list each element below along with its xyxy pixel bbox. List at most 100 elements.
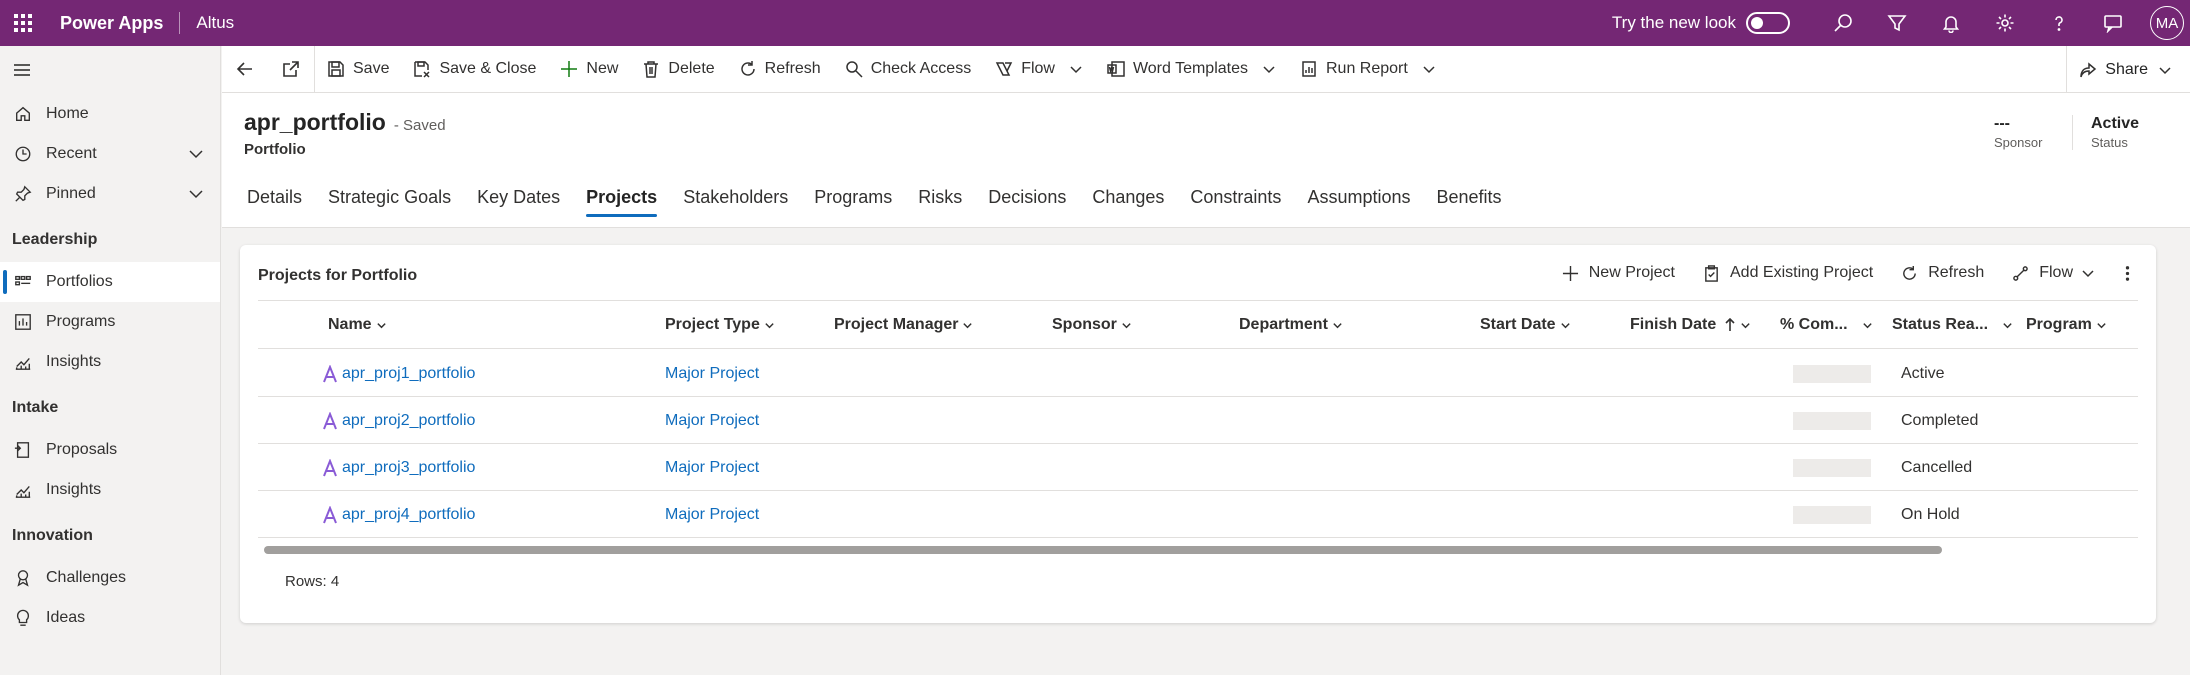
project-name-link[interactable]: apr_proj3_portfolio (322, 444, 475, 491)
word-template-icon (1107, 61, 1125, 77)
refresh-icon (740, 61, 755, 76)
app-launcher-button[interactable] (0, 0, 46, 46)
search-button[interactable] (1816, 0, 1870, 46)
refresh-button[interactable]: Refresh (727, 46, 833, 93)
tab-strategic-goals[interactable]: Strategic Goals (315, 177, 464, 217)
subgrid-flow-button[interactable]: Flow (1998, 253, 2109, 293)
chevron-down-icon (1070, 66, 1082, 74)
project-type-link[interactable]: Major Project (665, 444, 759, 491)
subgrid-title: Projects for Portfolio (258, 267, 418, 284)
save-button[interactable]: Save (315, 46, 401, 93)
sidebar-item-home[interactable]: Home (0, 94, 220, 134)
entity-name: Portfolio (244, 141, 306, 158)
header-status-field[interactable]: Active Status (2072, 115, 2139, 150)
delete-label: Delete (668, 60, 715, 77)
flow-button[interactable]: Flow (983, 46, 1095, 93)
table-row[interactable]: apr_proj2_portfolio Major Project Comple… (258, 397, 2138, 444)
try-new-look-label: Try the new look (1611, 13, 1736, 32)
new-project-button[interactable]: New Project (1548, 253, 1689, 293)
check-access-button[interactable]: Check Access (833, 46, 983, 93)
project-name-link[interactable]: apr_proj2_portfolio (322, 397, 475, 444)
sidebar-item-insights-intake[interactable]: Insights (0, 470, 220, 510)
sidebar-item-recent[interactable]: Recent (0, 134, 220, 174)
status-reason-cell: Cancelled (1901, 458, 1973, 476)
tab-programs[interactable]: Programs (801, 177, 905, 217)
settings-button[interactable] (1978, 0, 2032, 46)
sponsor-value: --- (1994, 115, 2010, 132)
more-commands-button[interactable] (2109, 253, 2146, 293)
delete-button[interactable]: Delete (630, 46, 726, 93)
insights-icon (15, 357, 31, 370)
run-report-button[interactable]: Run Report (1288, 46, 1448, 93)
tab-assumptions[interactable]: Assumptions (1294, 177, 1423, 217)
sidebar-item-programs[interactable]: Programs (0, 302, 220, 342)
sidebar-item-label: Challenges (46, 569, 127, 586)
tab-decisions[interactable]: Decisions (975, 177, 1079, 217)
pin-icon (15, 185, 32, 202)
sidebar-item-insights-leadership[interactable]: Insights (0, 342, 220, 382)
tab-changes[interactable]: Changes (1079, 177, 1177, 217)
sidebar-item-proposals[interactable]: Proposals (0, 430, 220, 470)
column-header-project-manager[interactable]: Project Manager (834, 301, 973, 349)
filter-button[interactable] (1870, 0, 1924, 46)
new-label: New (586, 60, 619, 77)
table-row[interactable]: apr_proj1_portfolio Major Project Active (258, 350, 2138, 397)
tab-key-dates[interactable]: Key Dates (464, 177, 573, 217)
project-name-link[interactable]: apr_proj4_portfolio (322, 491, 475, 538)
column-header-percent-complete[interactable]: % Com... (1780, 301, 1873, 349)
sidebar-item-portfolios[interactable]: Portfolios (0, 262, 220, 302)
back-button[interactable] (222, 46, 268, 93)
word-templates-button[interactable]: Word Templates (1095, 46, 1288, 93)
share-button[interactable]: Share (2066, 46, 2190, 93)
column-header-project-type[interactable]: Project Type (665, 301, 775, 349)
column-header-finish-date[interactable]: Finish Date (1630, 301, 1751, 349)
column-header-sponsor[interactable]: Sponsor (1052, 301, 1132, 349)
sitemap-toggle-button[interactable] (0, 46, 220, 94)
tab-benefits[interactable]: Benefits (1423, 177, 1514, 217)
table-row[interactable]: apr_proj3_portfolio Major Project Cancel… (258, 444, 2138, 491)
tab-projects[interactable]: Projects (573, 177, 670, 217)
tab-stakeholders[interactable]: Stakeholders (670, 177, 801, 217)
subgrid-refresh-button[interactable]: Refresh (1887, 253, 1998, 293)
subgrid-flow-label: Flow (2039, 264, 2073, 281)
plus-icon (561, 61, 578, 77)
project-type-link[interactable]: Major Project (665, 491, 759, 538)
project-icon (323, 364, 337, 382)
sidebar-item-challenges[interactable]: Challenges (0, 558, 220, 598)
sidebar-item-pinned[interactable]: Pinned (0, 174, 220, 214)
environment-name[interactable]: Altus (196, 13, 234, 33)
column-header-start-date[interactable]: Start Date (1480, 301, 1571, 349)
status-label: Status (2091, 135, 2128, 150)
sidebar-item-ideas[interactable]: Ideas (0, 598, 220, 638)
table-row[interactable]: apr_proj4_portfolio Major Project On Hol… (258, 491, 2138, 538)
try-new-look-toggle[interactable] (1746, 12, 1790, 34)
add-existing-project-button[interactable]: Add Existing Project (1689, 253, 1887, 293)
header-sponsor-field[interactable]: --- Sponsor (1994, 115, 2042, 150)
column-header-program[interactable]: Program (2026, 301, 2107, 349)
project-type-link[interactable]: Major Project (665, 350, 759, 397)
help-button[interactable] (2032, 0, 2086, 46)
column-header-name[interactable]: Name (328, 301, 387, 349)
app-name[interactable]: Power Apps (60, 13, 163, 34)
project-type-link[interactable]: Major Project (665, 397, 759, 444)
user-avatar[interactable]: MA (2150, 6, 2184, 40)
save-label: Save (353, 60, 390, 77)
portfolio-icon (15, 275, 31, 286)
column-header-status-reason[interactable]: Status Rea... (1892, 301, 2013, 349)
sidebar-item-label: Proposals (46, 441, 118, 458)
tab-details[interactable]: Details (234, 177, 315, 217)
horizontal-scrollbar[interactable] (264, 546, 1942, 554)
tab-risks[interactable]: Risks (905, 177, 975, 217)
tab-constraints[interactable]: Constraints (1177, 177, 1294, 217)
sidebar-item-label: Home (46, 105, 89, 122)
column-header-department[interactable]: Department (1239, 301, 1343, 349)
notifications-button[interactable] (1924, 0, 1978, 46)
save-close-button[interactable]: Save & Close (401, 46, 548, 93)
chevron-down-icon (1333, 322, 1342, 328)
open-new-window-button[interactable] (268, 46, 314, 93)
project-name-link[interactable]: apr_proj1_portfolio (322, 350, 475, 397)
flow-label: Flow (1021, 60, 1055, 77)
assistant-button[interactable] (2086, 0, 2140, 46)
chevron-down-icon (1741, 322, 1750, 328)
new-button[interactable]: New (548, 46, 630, 93)
